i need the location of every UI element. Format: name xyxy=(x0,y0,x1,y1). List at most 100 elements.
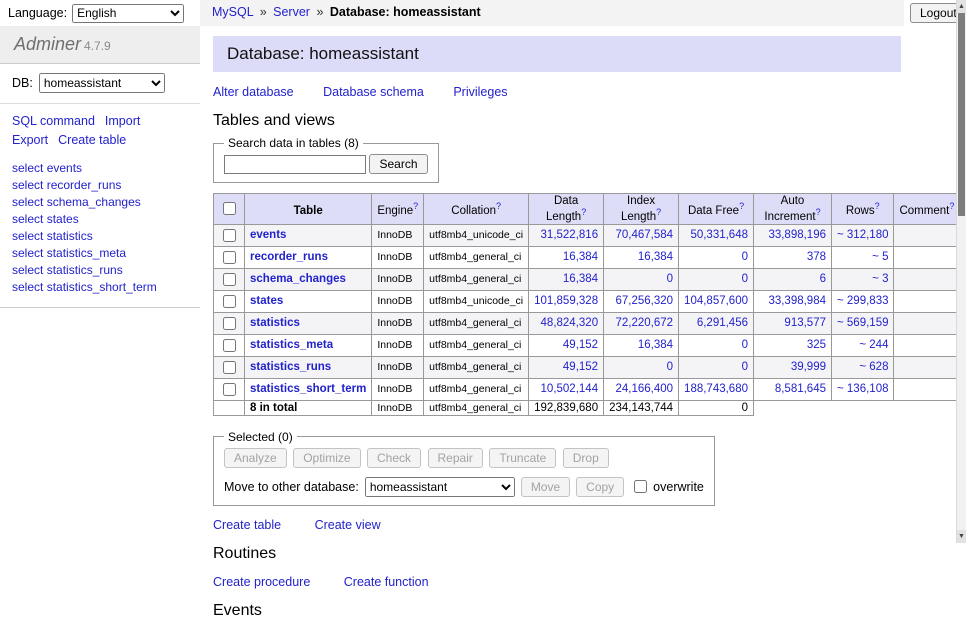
index-length-link[interactable]: 0 xyxy=(667,361,673,373)
index-length-link[interactable]: 70,467,584 xyxy=(615,229,673,241)
sidebar-select-link[interactable]: select xyxy=(12,195,43,209)
language-select[interactable]: English xyxy=(72,4,184,23)
create-view-link[interactable]: Create view xyxy=(315,518,381,532)
create-function-link[interactable]: Create function xyxy=(344,575,429,589)
optimize-button[interactable]: Optimize xyxy=(293,448,360,468)
breadcrumb-mysql-link[interactable]: MySQL xyxy=(212,5,253,19)
index-length-link[interactable]: 16,384 xyxy=(638,339,673,351)
index-length-link[interactable]: 16,384 xyxy=(638,251,673,263)
auto-increment-link[interactable]: 33,398,984 xyxy=(768,295,826,307)
table-link[interactable]: events xyxy=(250,229,286,241)
data-length-link[interactable]: 49,152 xyxy=(563,339,598,351)
index-length-link[interactable]: 67,256,320 xyxy=(615,295,673,307)
table-link[interactable]: statistics_meta xyxy=(250,339,333,351)
table-link[interactable]: recorder_runs xyxy=(250,251,328,263)
rows-link[interactable]: ~ 5 xyxy=(872,251,888,263)
move-db-select[interactable]: homeassistant xyxy=(365,477,515,497)
table-link[interactable]: schema_changes xyxy=(250,273,346,285)
data-length-link[interactable]: 31,522,816 xyxy=(541,229,599,241)
check-button[interactable]: Check xyxy=(367,448,421,468)
auto-increment-link[interactable]: 378 xyxy=(807,251,826,263)
search-button[interactable]: Search xyxy=(369,154,427,174)
table-link[interactable]: states xyxy=(250,295,283,307)
create-table-side-link[interactable]: Create table xyxy=(58,133,126,147)
rows-link[interactable]: ~ 299,833 xyxy=(837,295,888,307)
index-length-link[interactable]: 0 xyxy=(667,273,673,285)
data-free-link[interactable]: 0 xyxy=(742,251,748,263)
alter-database-link[interactable]: Alter database xyxy=(213,85,294,99)
data-length-link[interactable]: 101,859,328 xyxy=(534,295,598,307)
data-length-link[interactable]: 48,824,320 xyxy=(541,317,599,329)
database-schema-link[interactable]: Database schema xyxy=(323,85,424,99)
repair-button[interactable]: Repair xyxy=(428,448,483,468)
data-free-link[interactable]: 104,857,600 xyxy=(684,295,748,307)
row-checkbox[interactable] xyxy=(223,229,236,242)
auto-increment-link[interactable]: 6 xyxy=(820,273,826,285)
rows-link[interactable]: ~ 136,108 xyxy=(837,383,888,395)
rows-link[interactable]: ~ 312,180 xyxy=(837,229,888,241)
sidebar-table-link[interactable]: statistics xyxy=(47,229,93,243)
row-checkbox[interactable] xyxy=(223,361,236,374)
data-free-link[interactable]: 50,331,648 xyxy=(690,229,748,241)
data-free-link[interactable]: 0 xyxy=(742,339,748,351)
export-link[interactable]: Export xyxy=(12,133,48,147)
import-link[interactable]: Import xyxy=(105,114,140,128)
data-free-link[interactable]: 0 xyxy=(742,361,748,373)
table-link[interactable]: statistics_runs xyxy=(250,361,331,373)
analyze-button[interactable]: Analyze xyxy=(224,448,287,468)
sidebar-select-link[interactable]: select xyxy=(12,212,43,226)
data-length-link[interactable]: 10,502,144 xyxy=(541,383,599,395)
row-checkbox[interactable] xyxy=(223,273,236,286)
index-length-link[interactable]: 72,220,672 xyxy=(615,317,673,329)
table-link[interactable]: statistics xyxy=(250,317,300,329)
auto-increment-link[interactable]: 33,898,196 xyxy=(768,229,826,241)
data-length-link[interactable]: 16,384 xyxy=(563,251,598,263)
copy-button[interactable]: Copy xyxy=(576,477,624,497)
sidebar-table-link[interactable]: schema_changes xyxy=(47,195,141,209)
select-all-checkbox[interactable] xyxy=(223,202,236,215)
row-checkbox[interactable] xyxy=(223,295,236,308)
sql-command-link[interactable]: SQL command xyxy=(12,114,95,128)
scrollbar-thumb[interactable] xyxy=(958,13,965,216)
sidebar-select-link[interactable]: select xyxy=(12,178,43,192)
data-free-link[interactable]: 0 xyxy=(742,273,748,285)
search-input[interactable] xyxy=(224,155,366,174)
data-length-link[interactable]: 16,384 xyxy=(563,273,598,285)
sidebar-table-link[interactable]: statistics_runs xyxy=(47,263,123,277)
row-checkbox[interactable] xyxy=(223,383,236,396)
auto-increment-link[interactable]: 325 xyxy=(807,339,826,351)
auto-increment-link[interactable]: 39,999 xyxy=(791,361,826,373)
sidebar-table-link[interactable]: statistics_short_term xyxy=(47,280,157,294)
row-checkbox[interactable] xyxy=(223,317,236,330)
data-length-link[interactable]: 49,152 xyxy=(563,361,598,373)
truncate-button[interactable]: Truncate xyxy=(489,448,556,468)
table-link[interactable]: statistics_short_term xyxy=(250,383,366,395)
row-checkbox[interactable] xyxy=(223,339,236,352)
index-length-link[interactable]: 24,166,400 xyxy=(615,383,673,395)
scrollbar[interactable]: ▲ ▼ xyxy=(956,0,966,543)
rows-link[interactable]: ~ 3 xyxy=(872,273,888,285)
scroll-up-icon[interactable]: ▲ xyxy=(957,0,966,13)
overwrite-checkbox[interactable] xyxy=(634,480,647,493)
row-checkbox[interactable] xyxy=(223,251,236,264)
sidebar-select-link[interactable]: select xyxy=(12,161,43,175)
sidebar-select-link[interactable]: select xyxy=(12,280,43,294)
sidebar-table-link[interactable]: statistics_meta xyxy=(47,246,126,260)
create-table-link[interactable]: Create table xyxy=(213,518,281,532)
scroll-down-icon[interactable]: ▼ xyxy=(957,530,966,543)
drop-button[interactable]: Drop xyxy=(563,448,609,468)
data-free-link[interactable]: 188,743,680 xyxy=(684,383,748,395)
sidebar-select-link[interactable]: select xyxy=(12,263,43,277)
sidebar-table-link[interactable]: events xyxy=(47,161,82,175)
privileges-link[interactable]: Privileges xyxy=(453,85,507,99)
sidebar-table-link[interactable]: recorder_runs xyxy=(47,178,122,192)
sidebar-select-link[interactable]: select xyxy=(12,246,43,260)
rows-link[interactable]: ~ 628 xyxy=(859,361,888,373)
rows-link[interactable]: ~ 569,159 xyxy=(837,317,888,329)
data-free-link[interactable]: 6,291,456 xyxy=(697,317,748,329)
move-button[interactable]: Move xyxy=(521,477,570,497)
auto-increment-link[interactable]: 8,581,645 xyxy=(775,383,826,395)
auto-increment-link[interactable]: 913,577 xyxy=(784,317,826,329)
breadcrumb-server-link[interactable]: Server xyxy=(273,5,310,19)
sidebar-select-link[interactable]: select xyxy=(12,229,43,243)
